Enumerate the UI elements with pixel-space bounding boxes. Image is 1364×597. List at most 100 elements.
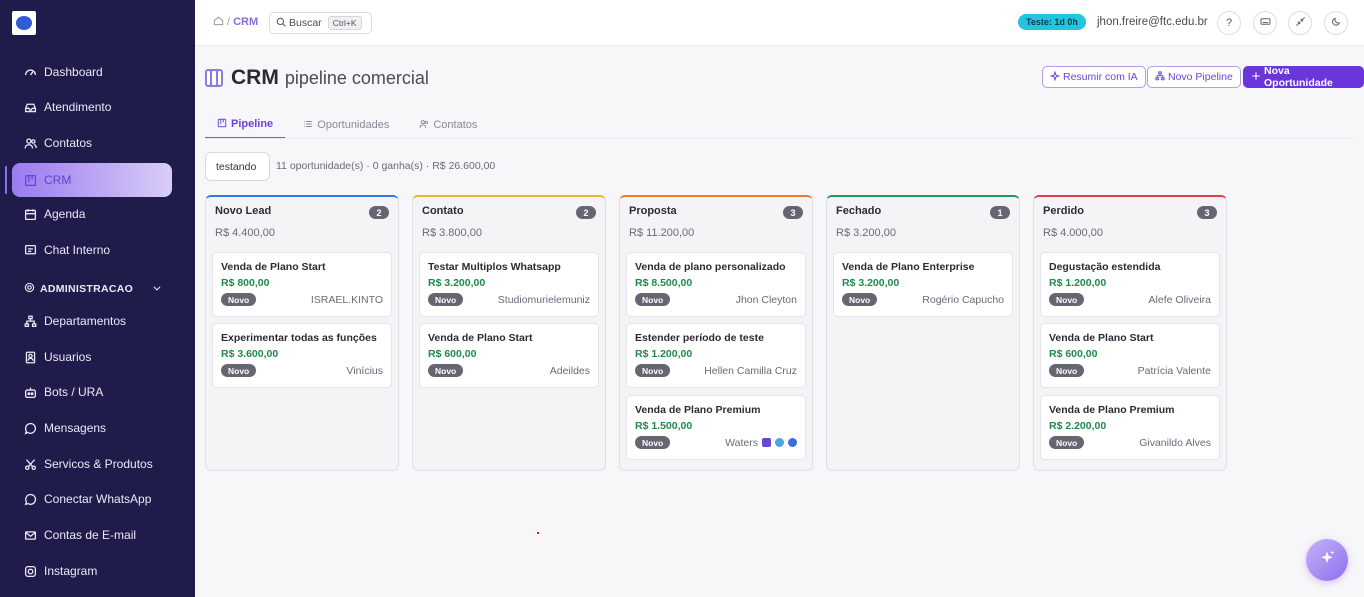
sidebar-item-instagram[interactable]: Instagram xyxy=(12,554,172,588)
owner-name: Alefe Oliveira xyxy=(1148,293,1211,306)
status-badge: Novo xyxy=(1049,364,1085,377)
owner-name: Vinícius xyxy=(346,364,383,377)
column-count-badge: 2 xyxy=(576,206,596,219)
card-owner: Rogério Capucho xyxy=(922,294,1004,306)
minimize-icon xyxy=(1295,16,1306,30)
card-footer: Novo Adeildes xyxy=(428,364,590,377)
card-owner: Studiomurielemuniz xyxy=(498,294,590,306)
search-label: Buscar xyxy=(289,17,322,29)
sidebar-item-contas-email[interactable]: Contas de E-mail xyxy=(12,518,172,552)
owner-name: Patrícia Valente xyxy=(1137,364,1211,377)
sidebar-item-chat-interno[interactable]: Chat Interno xyxy=(12,233,172,267)
summarize-ai-button[interactable]: Resumir com IA xyxy=(1042,66,1146,88)
card-value: R$ 3.600,00 xyxy=(221,348,279,360)
home-icon[interactable] xyxy=(213,15,227,29)
user-email[interactable]: jhon.freire@ftc.edu.br xyxy=(1097,16,1208,28)
opportunity-card[interactable]: Venda de Plano Premium R$ 2.200,00 Novo Giv… xyxy=(1040,395,1220,460)
card-title: Experimentar todas as funções xyxy=(221,332,377,344)
tabs-divider xyxy=(205,138,1355,139)
card-owner: Jhon Cleyton xyxy=(736,294,797,306)
new-opportunity-button[interactable]: Nova Oportunidade xyxy=(1243,65,1364,89)
card-owner: Waters xyxy=(725,437,797,449)
owner-name: Adeildes xyxy=(549,364,590,377)
owner-name: Waters xyxy=(725,436,758,449)
summarize-ai-label: Resumir com IA xyxy=(1063,71,1138,83)
opportunity-card[interactable]: Venda de Plano Start R$ 600,00 Novo Adeilde… xyxy=(419,323,599,388)
column-total: R$ 4.000,00 xyxy=(1043,227,1103,239)
card-title: Venda de Plano Enterprise xyxy=(842,261,975,273)
sidebar-item-conectar-whatsapp[interactable]: Conectar WhatsApp xyxy=(12,482,172,516)
opportunity-card[interactable]: Venda de Plano Premium R$ 1.500,00 Novo Wat… xyxy=(626,395,806,460)
moon-icon xyxy=(1331,16,1342,30)
cursor-dot xyxy=(537,532,539,534)
search-button[interactable]: Buscar Ctrl+K xyxy=(269,12,372,34)
card-title: Venda de Plano Start xyxy=(221,261,326,273)
opportunity-card[interactable]: Venda de Plano Start R$ 600,00 Novo Patríci… xyxy=(1040,323,1220,388)
card-footer: Novo ISRAEL.KINTO xyxy=(221,293,383,306)
page-title-sub: pipeline comercial xyxy=(284,67,429,88)
owner-name: Jhon Cleyton xyxy=(735,293,797,306)
sidebar-item-agenda[interactable]: Agenda xyxy=(12,197,172,231)
new-pipeline-button[interactable]: Novo Pipeline xyxy=(1147,66,1241,88)
sidebar-item-atendimento[interactable]: Atendimento xyxy=(12,90,172,124)
users-icon xyxy=(24,137,37,150)
opportunity-card[interactable]: Venda de Plano Enterprise R$ 3.200,00 Novo… xyxy=(833,252,1013,317)
ai-assistant-button[interactable] xyxy=(1306,539,1348,581)
logo-mark xyxy=(16,16,32,30)
card-title: Venda de Plano Premium xyxy=(635,404,761,416)
opportunity-card[interactable]: Estender período de teste R$ 1.200,00 Novo… xyxy=(626,323,806,388)
main-content: / CRM Buscar Ctrl+K Teste: 1d 0h jhon.fr… xyxy=(195,0,1364,597)
message-icon xyxy=(24,422,37,435)
fullscreen-button[interactable] xyxy=(1288,11,1312,35)
card-value: R$ 1.200,00 xyxy=(1049,277,1107,289)
sidebar-item-usuarios[interactable]: Usuarios xyxy=(12,340,172,374)
card-value: R$ 600,00 xyxy=(1049,348,1098,360)
help-icon: ? xyxy=(1225,17,1233,29)
card-owner: Patrícia Valente xyxy=(1138,365,1211,377)
sidebar-item-dashboard[interactable]: Dashboard xyxy=(12,55,172,89)
mail-icon xyxy=(24,529,37,542)
card-value: R$ 800,00 xyxy=(221,277,270,289)
sidebar-item-label: Departamentos xyxy=(44,314,127,328)
sidebar-item-label: Conectar WhatsApp xyxy=(44,492,152,506)
opportunity-card[interactable]: Experimentar todas as funções R$ 3.600,00… xyxy=(212,323,392,388)
sidebar-item-servicos-produtos[interactable]: Servicos & Produtos xyxy=(12,447,172,481)
help-button[interactable]: ? xyxy=(1217,11,1241,35)
topbar: / CRM Buscar Ctrl+K Teste: 1d 0h jhon.fr… xyxy=(195,0,1364,46)
admin-section-toggle[interactable]: ADMINISTRACAO xyxy=(24,282,162,296)
status-badge: Novo xyxy=(221,364,257,377)
tab-pipeline[interactable]: Pipeline xyxy=(205,111,286,139)
inbox-icon xyxy=(24,101,37,114)
pipeline-select[interactable]: testando xyxy=(205,152,270,181)
gear-icon xyxy=(24,282,40,296)
whatsapp-icon xyxy=(24,493,37,506)
app-logo[interactable] xyxy=(12,11,36,35)
card-value: R$ 2.200,00 xyxy=(1049,420,1107,432)
column-title: Contato xyxy=(422,205,464,217)
card-value: R$ 1.200,00 xyxy=(635,348,693,360)
page-title: CRM pipeline comercial xyxy=(205,66,429,90)
sidebar-item-contatos[interactable]: Contatos xyxy=(12,126,172,160)
column-title: Perdido xyxy=(1043,205,1084,217)
sidebar-item-departamentos[interactable]: Departamentos xyxy=(12,304,172,338)
sidebar-item-mensagens[interactable]: Mensagens xyxy=(12,411,172,445)
card-owner: Vinícius xyxy=(346,365,383,377)
opportunity-card[interactable]: Venda de Plano Start R$ 800,00 Novo ISRAEL.… xyxy=(212,252,392,317)
opportunity-card[interactable]: Testar Multiplos Whatsapp R$ 3.200,00 Novo… xyxy=(419,252,599,317)
tab-oportunidades[interactable]: Oportunidades xyxy=(291,111,401,139)
snowflake-icon xyxy=(775,438,784,447)
chevron-down-icon xyxy=(152,283,162,296)
sidebar-item-crm[interactable]: CRM xyxy=(12,163,172,197)
tab-label: Oportunidades xyxy=(317,119,390,131)
keyboard-button[interactable] xyxy=(1253,11,1277,35)
card-footer: Novo Jhon Cleyton xyxy=(635,293,797,306)
card-footer: Novo Alefe Oliveira xyxy=(1049,293,1211,306)
sidebar-item-bots-ura[interactable]: Bots / URA xyxy=(12,375,172,409)
opportunity-card[interactable]: Degustação estendida R$ 1.200,00 Novo Alefe… xyxy=(1040,252,1220,317)
theme-toggle-button[interactable] xyxy=(1324,11,1348,35)
tab-contatos[interactable]: Contatos xyxy=(407,111,489,139)
sidebar-item-label: Chat Interno xyxy=(44,243,111,257)
opportunity-card[interactable]: Venda de plano personalizado R$ 8.500,00 N… xyxy=(626,252,806,317)
card-value: R$ 8.500,00 xyxy=(635,277,693,289)
status-badge: Novo xyxy=(842,293,878,306)
